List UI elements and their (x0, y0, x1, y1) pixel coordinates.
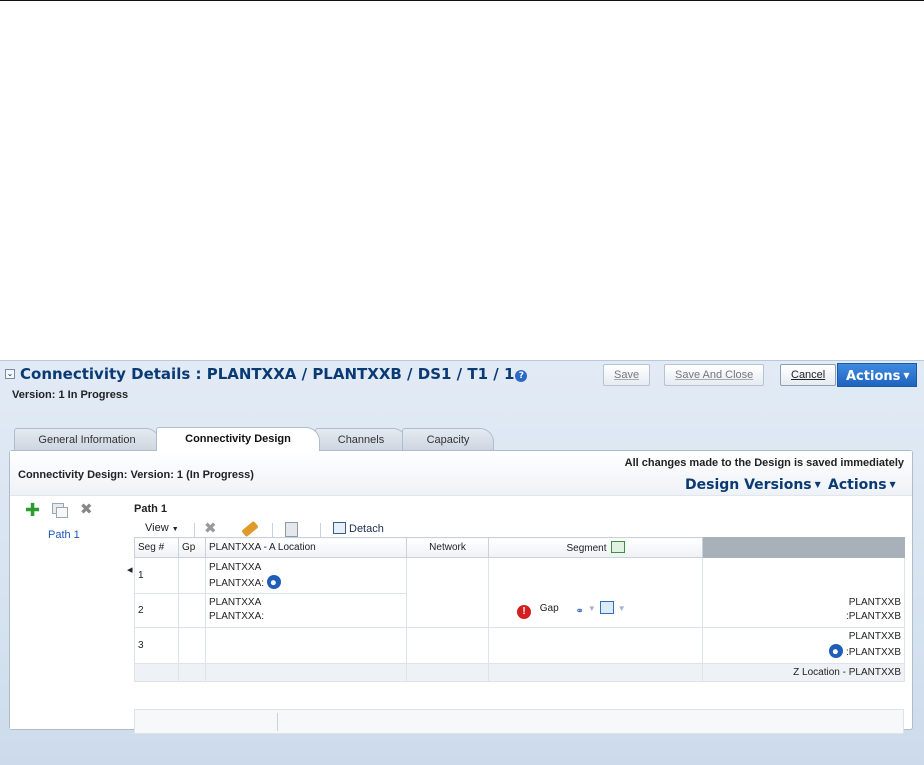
paths-sidebar: ✚ ✖ Path 1 (10, 497, 125, 729)
gap-label: Gap (539, 603, 559, 615)
column-header-seg[interactable]: Seg # (134, 537, 179, 558)
z-location-cell: PLANTXXB :PLANTXXB (702, 593, 905, 628)
actions-menu-label: Actions (846, 369, 901, 384)
location-pin-icon[interactable] (829, 644, 844, 658)
a-location-line2: PLANTXXA: (209, 578, 265, 589)
design-actions-menu[interactable]: Actions ▼ (828, 477, 896, 493)
tab-connectivity-design[interactable]: Connectivity Design (156, 427, 320, 451)
copy-path-icon[interactable] (52, 503, 68, 518)
footer-cell (134, 663, 179, 682)
cancel-button[interactable]: Cancel (780, 364, 837, 386)
network-link-icon[interactable]: ⚭ (575, 606, 583, 617)
table-row[interactable]: 1 PLANTXXA PLANTXXA: (134, 557, 905, 594)
column-header-segment[interactable]: Segment (488, 537, 703, 558)
design-title: Connectivity Design: Version: 1 (In Prog… (18, 469, 254, 481)
footer-z-location: Z Location - PLANTXXB (702, 663, 905, 682)
network-cell (406, 593, 489, 628)
z-location-line2: :PLANTXXB (845, 647, 901, 658)
seg-number: 3 (134, 627, 179, 664)
table-header-row: Seg # Gp PLANTXXA - A Location Network S… (134, 537, 905, 558)
table-row[interactable]: 2 PLANTXXA PLANTXXA: ! Gap ⚭ ▼ ▼ PLANTXXB … (134, 593, 905, 628)
edit-pencil-icon[interactable] (241, 520, 259, 538)
network-cell (406, 627, 489, 664)
footer-cell (178, 663, 206, 682)
error-icon: ! (517, 605, 531, 620)
segments-table: Seg # Gp PLANTXXA - A Location Network S… (134, 537, 905, 682)
column-header-blank (702, 537, 905, 558)
z-location-cell: PLANTXXB :PLANTXXB (702, 627, 905, 664)
z-location-line1: PLANTXXB (848, 596, 901, 608)
splitter-handle-icon[interactable]: ◂ (127, 562, 133, 578)
sidebar-item-path-1[interactable]: Path 1 (48, 529, 80, 541)
gp-cell (178, 627, 206, 664)
seg-number: 2 (134, 593, 179, 628)
page-title: Connectivity Details : PLANTXXA / PLANTX… (20, 365, 528, 383)
design-actions-label: Actions (828, 477, 887, 493)
save-button[interactable]: Save (603, 364, 651, 386)
design-versions-menu[interactable]: Design Versions ▼ (685, 477, 821, 493)
chevron-down-icon[interactable]: ▼ (618, 604, 626, 613)
footer-cell (205, 663, 407, 682)
a-location-line1: PLANTXXA (209, 562, 262, 573)
a-location-cell (205, 627, 407, 664)
segment-header-label: Segment (566, 543, 607, 554)
view-menu-label: View (145, 522, 169, 534)
add-segment-icon[interactable] (599, 601, 614, 615)
chevron-down-icon[interactable]: ▼ (588, 604, 596, 613)
connectivity-details-panel: ⌄ Connectivity Details : PLANTXXA / PLAN… (0, 360, 924, 765)
chevron-down-icon: ▼ (889, 480, 896, 489)
save-notice: All changes made to the Design is saved … (624, 457, 904, 469)
column-header-network[interactable]: Network (406, 537, 489, 558)
seg-number: 1 (134, 557, 179, 594)
version-status: Version: 1 In Progress (12, 389, 129, 401)
footer-cell (488, 663, 703, 682)
view-menu[interactable]: View ▼ (145, 522, 179, 534)
save-and-close-button[interactable]: Save And Close (664, 364, 765, 386)
chevron-down-icon: ▼ (814, 480, 821, 489)
tab-channels[interactable]: Channels (315, 428, 407, 450)
detach-label: Detach (349, 523, 384, 535)
chevron-down-icon: ▼ (171, 526, 179, 533)
column-header-gp[interactable]: Gp (178, 537, 206, 558)
location-pin-icon[interactable] (266, 575, 281, 589)
detach-button[interactable]: Detach (333, 522, 384, 535)
gp-cell (178, 593, 206, 628)
gp-cell (178, 557, 206, 594)
table-footer-row: Z Location - PLANTXXB (134, 663, 905, 682)
document-icon[interactable] (285, 522, 298, 537)
horizontal-scrollbar[interactable] (134, 709, 904, 734)
actions-menu-button[interactable]: Actions ▼ (837, 363, 917, 387)
a-location-line1: PLANTXXA (209, 597, 262, 608)
table-row[interactable]: 3 PLANTXXB :PLANTXXB (134, 627, 905, 664)
column-header-a-location[interactable]: PLANTXXA - A Location (205, 537, 407, 558)
z-location-line1: PLANTXXB (848, 631, 901, 642)
a-location-line2: PLANTXXA: (209, 611, 265, 622)
page-title-text: Connectivity Details : PLANTXXA / PLANTX… (20, 365, 515, 383)
segment-cell (488, 627, 703, 664)
add-path-icon[interactable]: ✚ (25, 501, 40, 519)
design-header-bar: Connectivity Design: Version: 1 (In Prog… (10, 451, 912, 496)
delete-path-icon[interactable]: ✖ (80, 500, 93, 518)
path-title: Path 1 (134, 503, 168, 515)
footer-cell (406, 663, 489, 682)
z-location-cell (702, 557, 905, 594)
detach-icon (333, 522, 346, 534)
network-cell (406, 557, 489, 594)
a-location-cell: PLANTXXA PLANTXXA: (205, 593, 407, 628)
design-versions-label: Design Versions (685, 477, 812, 493)
segment-edit-icon[interactable] (610, 541, 625, 553)
delete-segment-icon[interactable]: ✖ (204, 519, 217, 537)
chevron-down-icon: ▼ (903, 371, 910, 380)
z-location-line2: :PLANTXXB (845, 610, 901, 622)
segment-cell (488, 557, 703, 594)
a-location-cell: PLANTXXA PLANTXXA: (205, 557, 407, 594)
top-divider (0, 0, 924, 1)
segment-cell: ! Gap ⚭ ▼ ▼ (488, 593, 703, 628)
help-icon[interactable]: ? (515, 370, 528, 382)
collapse-toggle-icon[interactable]: ⌄ (5, 369, 15, 379)
tab-capacity[interactable]: Capacity (402, 428, 494, 450)
tab-general-information[interactable]: General Information (14, 428, 160, 450)
